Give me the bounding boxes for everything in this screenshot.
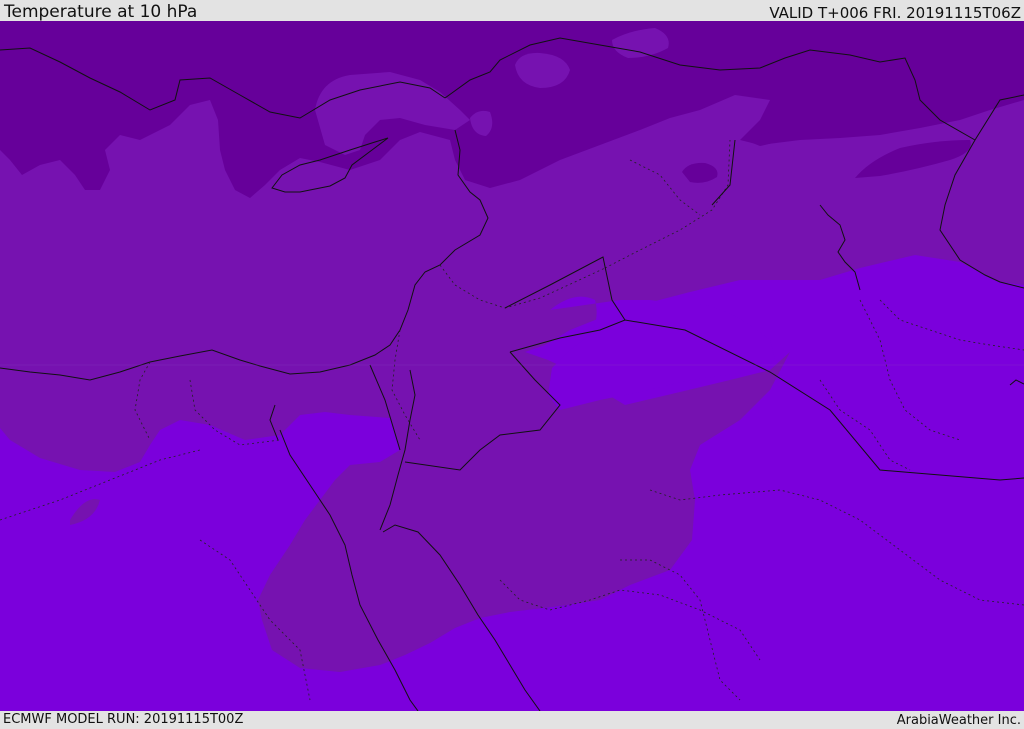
map-title: Temperature at 10 hPa — [4, 2, 198, 22]
model-run: ECMWF MODEL RUN: 20191115T00Z — [3, 712, 244, 727]
footer-bar: ECMWF MODEL RUN: 20191115T00Z ArabiaWeat… — [0, 711, 1024, 729]
temperature-map[interactable] — [0, 21, 1024, 711]
header-bar: Temperature at 10 hPa VALID T+006 FRI. 2… — [0, 0, 1024, 21]
credit-label: ArabiaWeather Inc. — [896, 713, 1021, 728]
valid-time: VALID T+006 FRI. 20191115T06Z — [769, 4, 1021, 22]
